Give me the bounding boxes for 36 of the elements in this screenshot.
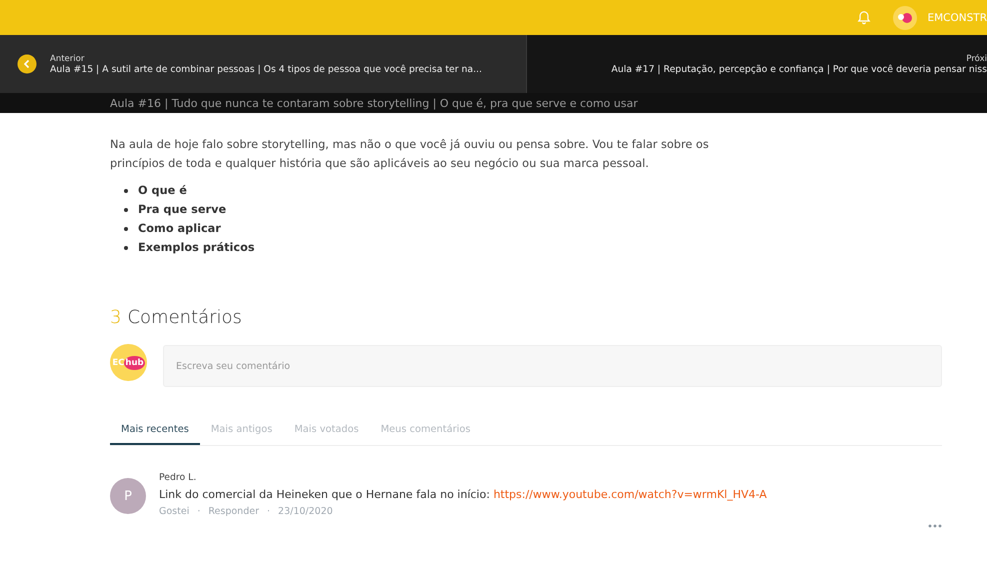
more-options-icon[interactable] [928, 524, 942, 528]
bullet-icon [124, 188, 128, 192]
next-label: Próxi [966, 54, 987, 64]
comments-heading: Comentários [127, 307, 242, 328]
reply-button[interactable]: Responder [208, 506, 259, 517]
comment-input-field[interactable]: Escreva seu comentário [163, 345, 942, 387]
sort-tab[interactable]: Mais antigos [200, 415, 284, 445]
chevron-left-icon[interactable] [17, 54, 37, 74]
lesson-description: Na aula de hoje falo sobre storytelling, mas não o que você já ouviu ou pensa sobre. Vou te falar sobre os princípios de toda e qualquer história que são aplicáveis ao seu negócio ou sua marca pessoal. [110, 137, 710, 172]
lesson-title: Aula #16 | Tudo que nunca te contaram sobre storytelling | O que é, pra que serve e como usar [110, 96, 638, 110]
sort-tab[interactable]: Mais votados [283, 415, 370, 445]
separator-dot: · [267, 506, 270, 517]
bullet-icon [124, 208, 128, 212]
topic-item: O que é [138, 183, 187, 199]
comment-author: Pedro L. [159, 472, 198, 483]
bullet-icon [124, 246, 128, 250]
comment-text: Link do comercial da Heineken que o Hernane fala no início: https://www.youtube.com/watch?v=wrmKl_HV4-A [159, 488, 768, 501]
bullet-icon [124, 226, 128, 230]
comment-count: 3 [110, 307, 122, 328]
sort-tab[interactable]: Mais recentes [110, 415, 200, 445]
next-lesson-title[interactable]: Aula #17 | Reputação, percepção e confiança | Por que você deveria pensar niss [611, 64, 987, 74]
comment-link[interactable]: https://www.youtube.com/watch?v=wrmKl_HV4-A [493, 488, 767, 501]
comment-date: 23/10/2020 [278, 506, 333, 517]
sort-tab[interactable]: Meus comentários [370, 415, 482, 445]
previous-lesson-title[interactable]: Aula #15 | A sutil arte de combinar pessoas | Os 4 tipos de pessoa que você precisa ter na... [50, 64, 482, 74]
like-button[interactable]: Gostei [159, 506, 190, 517]
echub-logo: EC hub [110, 344, 147, 381]
topic-item: Pra que serve [138, 202, 226, 218]
topic-item: Exemplos práticos [138, 240, 255, 256]
previous-lesson-panel[interactable]: Anterior Aula #15 | A sutil arte de combinar pessoas | Os 4 tipos de pessoa que você precisa ter na... [0, 35, 527, 93]
separator-dot: · [197, 506, 200, 517]
user-avatar-icon[interactable] [893, 6, 918, 30]
avatar-letter: P [110, 478, 146, 514]
next-lesson-panel[interactable]: Próxi Aula #17 | Reputação, percepção e confiança | Por que você deveria pensar niss [527, 35, 987, 93]
previous-label: Anterior [50, 54, 86, 64]
topic-item: Como aplicar [138, 221, 221, 237]
